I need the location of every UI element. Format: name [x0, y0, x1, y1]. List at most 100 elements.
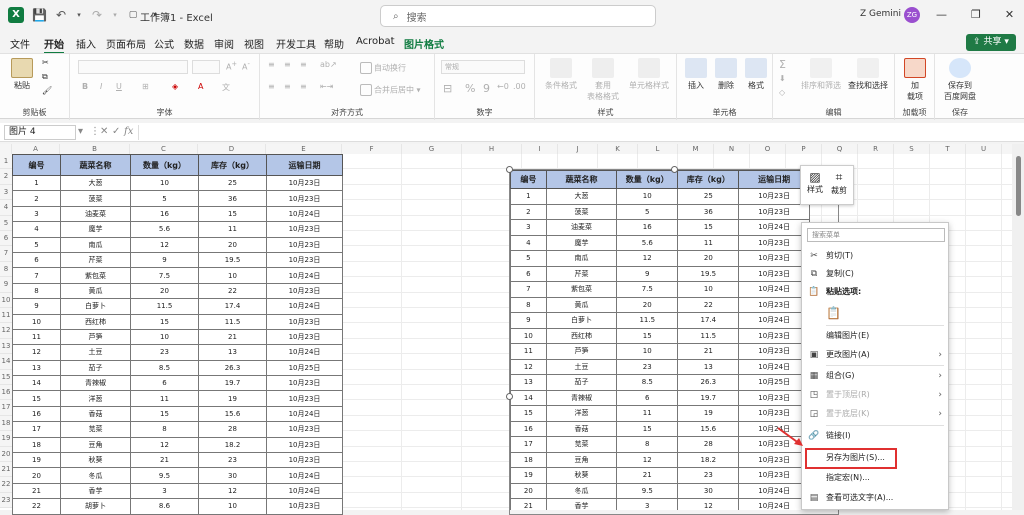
context-item-copy[interactable]: ⧉ 复制(C): [802, 265, 950, 283]
context-item-paste-option[interactable]: 📋: [802, 303, 950, 325]
restore-icon[interactable]: ❐: [971, 8, 981, 21]
table-cell[interactable]: 12: [198, 482, 267, 500]
table-cell[interactable]: 4: [12, 221, 61, 238]
row-header[interactable]: 19: [0, 431, 12, 447]
wrap-text-button[interactable]: 自动换行: [360, 62, 406, 74]
table-cell[interactable]: 18: [12, 436, 61, 454]
table-cell[interactable]: 10月23日: [266, 236, 343, 253]
crop-button[interactable]: ⌗ 裁剪: [831, 170, 847, 196]
table-cell[interactable]: 22: [198, 282, 267, 300]
column-header[interactable]: B: [60, 144, 130, 154]
context-item-alt-text[interactable]: ▤ 查看可选文字(A)...: [802, 489, 950, 507]
name-box[interactable]: 图片 4: [4, 125, 76, 140]
align-middle-icon[interactable]: ≡: [284, 60, 291, 69]
find-select-button[interactable]: 查找和选择: [845, 58, 891, 91]
number-format-combo[interactable]: 常规: [441, 60, 525, 74]
align-top-icon[interactable]: ≡: [268, 60, 275, 69]
table-cell[interactable]: 21: [12, 482, 61, 500]
row-header[interactable]: 9: [0, 277, 12, 293]
table-cell[interactable]: 菠菜: [60, 190, 131, 207]
table-cell[interactable]: 9.5: [130, 467, 199, 484]
indent-icon[interactable]: ⇤⇥: [320, 82, 333, 91]
table-cell[interactable]: 冬瓜: [60, 467, 131, 484]
table-cell[interactable]: 胡萝卜: [60, 498, 131, 515]
column-header[interactable]: K: [598, 144, 638, 154]
row-header[interactable]: 1: [0, 154, 12, 170]
table-cell[interactable]: 20: [12, 467, 61, 484]
insert-cells-button[interactable]: 插入: [683, 58, 709, 91]
table-cell[interactable]: 5: [130, 190, 199, 207]
row-header[interactable]: 13: [0, 338, 12, 355]
row-header[interactable]: 6: [0, 231, 12, 247]
table-cell[interactable]: 10月24日: [266, 467, 343, 484]
row-header[interactable]: 23: [0, 492, 12, 509]
align-center-icon[interactable]: ≡: [284, 82, 291, 91]
table-cell[interactable]: 豆角: [60, 436, 131, 454]
table-cell[interactable]: 油麦菜: [60, 205, 131, 223]
row-header[interactable]: 5: [0, 215, 12, 231]
table-cell[interactable]: 15: [12, 390, 61, 407]
format-painter-icon[interactable]: 🖌: [42, 86, 52, 95]
table-cell[interactable]: 20: [198, 236, 267, 253]
formula-options-icon[interactable]: ⋮: [90, 126, 100, 137]
row-header[interactable]: 11: [0, 308, 12, 324]
font-size-combo[interactable]: [192, 60, 220, 74]
table-cell[interactable]: 10月24日: [266, 298, 343, 315]
table-cell[interactable]: 7.5: [130, 267, 199, 284]
italic-icon[interactable]: I: [100, 82, 102, 91]
row-header[interactable]: 12: [0, 323, 12, 339]
tab-developer[interactable]: 开发工具: [276, 36, 316, 51]
tab-review[interactable]: 审阅: [214, 36, 234, 51]
row-header[interactable]: 17: [0, 400, 12, 416]
table-cell[interactable]: 10月24日: [266, 344, 343, 361]
table-cell[interactable]: 21: [198, 328, 267, 346]
avatar[interactable]: ZG: [904, 7, 920, 23]
table-cell[interactable]: 10月23日: [266, 221, 343, 238]
table-cell[interactable]: 19: [198, 390, 267, 407]
format-cells-button[interactable]: 格式: [743, 58, 769, 91]
tab-data[interactable]: 数据: [184, 36, 204, 51]
table-cell[interactable]: 10月23日: [266, 421, 343, 438]
sort-filter-button[interactable]: 排序和筛选: [799, 58, 843, 91]
cut-icon[interactable]: ✂: [42, 58, 49, 67]
table-cell[interactable]: 15: [198, 205, 267, 223]
close-icon[interactable]: ✕: [1005, 8, 1014, 21]
tab-help[interactable]: 帮助: [324, 36, 344, 51]
table-cell[interactable]: 16: [12, 405, 61, 423]
table-cell[interactable]: 魔芋: [60, 221, 131, 238]
table-cell[interactable]: 20: [130, 282, 199, 300]
column-header[interactable]: D: [198, 144, 266, 154]
orientation-icon[interactable]: ab↗: [320, 60, 337, 69]
clear-icon[interactable]: ◇: [779, 88, 785, 97]
user-name[interactable]: Z Gemini: [860, 9, 901, 19]
context-item-group[interactable]: ▦ 组合(G) ›: [802, 367, 950, 385]
tab-formulas[interactable]: 公式: [154, 36, 174, 51]
table-cell[interactable]: 10月23日: [266, 498, 343, 515]
name-box-dropdown-icon[interactable]: ▾: [78, 126, 83, 137]
minimize-icon[interactable]: —: [936, 8, 947, 21]
undo-dropdown-icon[interactable]: ▾: [76, 8, 82, 22]
vertical-scrollbar[interactable]: [1012, 144, 1024, 510]
table-cell[interactable]: 15: [130, 313, 199, 330]
table-cell[interactable]: 10月23日: [266, 452, 343, 469]
bold-icon[interactable]: B: [82, 82, 88, 91]
table-cell[interactable]: 16: [130, 205, 199, 223]
row-header[interactable]: 15: [0, 369, 12, 385]
context-item-link[interactable]: 🔗 链接(I): [802, 427, 950, 445]
row-header[interactable]: 7: [0, 246, 12, 262]
table-cell[interactable]: 26.3: [198, 359, 267, 377]
table-cell[interactable]: 17.4: [198, 298, 267, 315]
column-header[interactable]: N: [714, 144, 750, 154]
context-item-bring-front[interactable]: ◳ 置于顶层(R) ›: [802, 386, 950, 404]
table-cell[interactable]: 6: [130, 375, 199, 392]
table-cell[interactable]: 1: [12, 174, 61, 192]
table-cell[interactable]: 香菇: [60, 405, 131, 423]
table-cell[interactable]: 22: [12, 498, 61, 515]
table-cell[interactable]: 12: [12, 344, 61, 361]
autosum-icon[interactable]: Σ: [779, 58, 786, 71]
delete-cells-button[interactable]: 删除: [713, 58, 739, 91]
column-header[interactable]: P: [786, 144, 822, 154]
row-header[interactable]: 20: [0, 446, 12, 462]
redo-icon[interactable]: ↷: [90, 8, 104, 22]
table-cell[interactable]: 6: [12, 251, 61, 269]
